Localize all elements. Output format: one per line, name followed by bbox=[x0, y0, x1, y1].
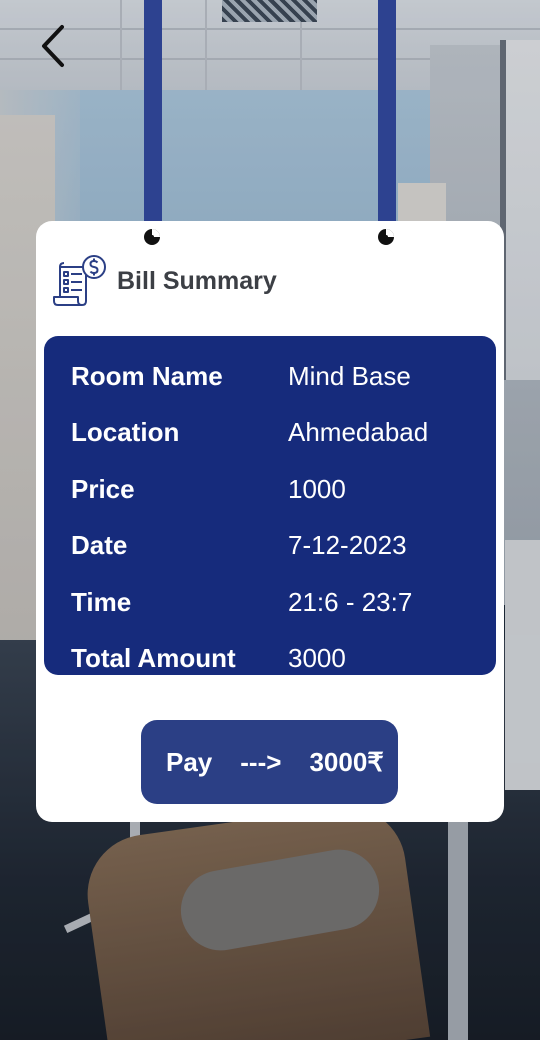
detail-row-date: Date 7-12-2023 bbox=[44, 518, 496, 575]
detail-label: Price bbox=[71, 473, 135, 504]
pin-icon bbox=[377, 228, 395, 246]
detail-row-time: Time 21:6 - 23:7 bbox=[44, 574, 496, 631]
receipt-dollar-icon bbox=[52, 253, 108, 309]
detail-row-total-amount: Total Amount 3000 bbox=[44, 631, 496, 688]
hanging-strap-right bbox=[378, 0, 396, 222]
card-header: Bill Summary bbox=[52, 253, 277, 309]
detail-value: Mind Base bbox=[288, 360, 411, 391]
pay-button-amount: 3000₹ bbox=[309, 746, 384, 777]
detail-value: 7-12-2023 bbox=[288, 530, 407, 561]
detail-label: Date bbox=[71, 530, 128, 561]
pay-button-arrow: ---> bbox=[240, 746, 282, 777]
chevron-left-icon bbox=[38, 24, 68, 73]
back-button[interactable] bbox=[28, 20, 78, 76]
pay-button-label: Pay bbox=[166, 746, 213, 777]
page-title: Bill Summary bbox=[117, 266, 277, 295]
pay-button[interactable]: Pay ---> 3000₹ bbox=[141, 720, 398, 804]
detail-label: Total Amount bbox=[71, 643, 236, 674]
detail-label: Location bbox=[71, 417, 180, 448]
hanging-strap-left bbox=[144, 0, 162, 222]
detail-value: 1000 bbox=[288, 473, 346, 504]
detail-row-room-name: Room Name Mind Base bbox=[44, 348, 496, 405]
detail-value: Ahmedabad bbox=[288, 417, 429, 448]
bill-details-panel: Room Name Mind Base Location Ahmedabad P… bbox=[44, 336, 496, 675]
bill-summary-card: Bill Summary Room Name Mind Base Locatio… bbox=[36, 221, 504, 822]
detail-value: 3000 bbox=[288, 643, 346, 674]
pin-icon bbox=[143, 228, 161, 246]
detail-row-price: Price 1000 bbox=[44, 461, 496, 518]
detail-label: Room Name bbox=[71, 360, 223, 391]
detail-label: Time bbox=[71, 586, 132, 617]
detail-value: 21:6 - 23:7 bbox=[288, 586, 413, 617]
detail-row-location: Location Ahmedabad bbox=[44, 405, 496, 462]
